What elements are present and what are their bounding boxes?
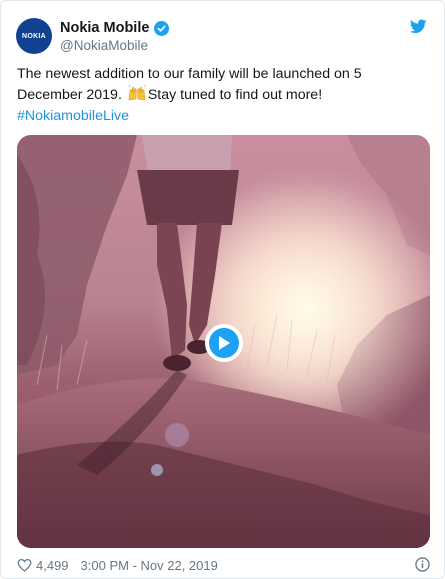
video-media[interactable] [17, 135, 430, 548]
heart-icon[interactable] [17, 558, 32, 572]
play-button[interactable] [205, 324, 243, 362]
name-row: Nokia Mobile [60, 18, 170, 38]
timestamp[interactable]: 3:00 PM - Nov 22, 2019 [81, 558, 218, 573]
info-icon[interactable] [415, 557, 430, 572]
tweet-text: The newest addition to our family will b… [17, 64, 417, 127]
user-handle[interactable]: @NokiaMobile [60, 38, 169, 53]
verified-badge-icon [154, 20, 170, 36]
tweet-footer: 4,499 3:00 PM - Nov 22, 2019 [17, 557, 430, 573]
avatar[interactable]: NOKIA [16, 18, 52, 54]
play-icon [219, 336, 230, 350]
hashtag-link[interactable]: #NokiamobileLive [17, 108, 129, 124]
tweet-text-cta: Stay tuned to find out more! [147, 87, 323, 103]
author-block[interactable]: Nokia Mobile @NokiaMobile [60, 18, 170, 53]
display-name[interactable]: Nokia Mobile [60, 20, 149, 36]
raising-hands-emoji-icon [128, 85, 146, 101]
twitter-bird-icon[interactable] [410, 19, 427, 34]
avatar-logo-text: NOKIA [21, 32, 47, 40]
like-count[interactable]: 4,499 [36, 558, 69, 573]
tweet-card: NOKIA Nokia Mobile @NokiaMobile The newe… [0, 0, 445, 579]
